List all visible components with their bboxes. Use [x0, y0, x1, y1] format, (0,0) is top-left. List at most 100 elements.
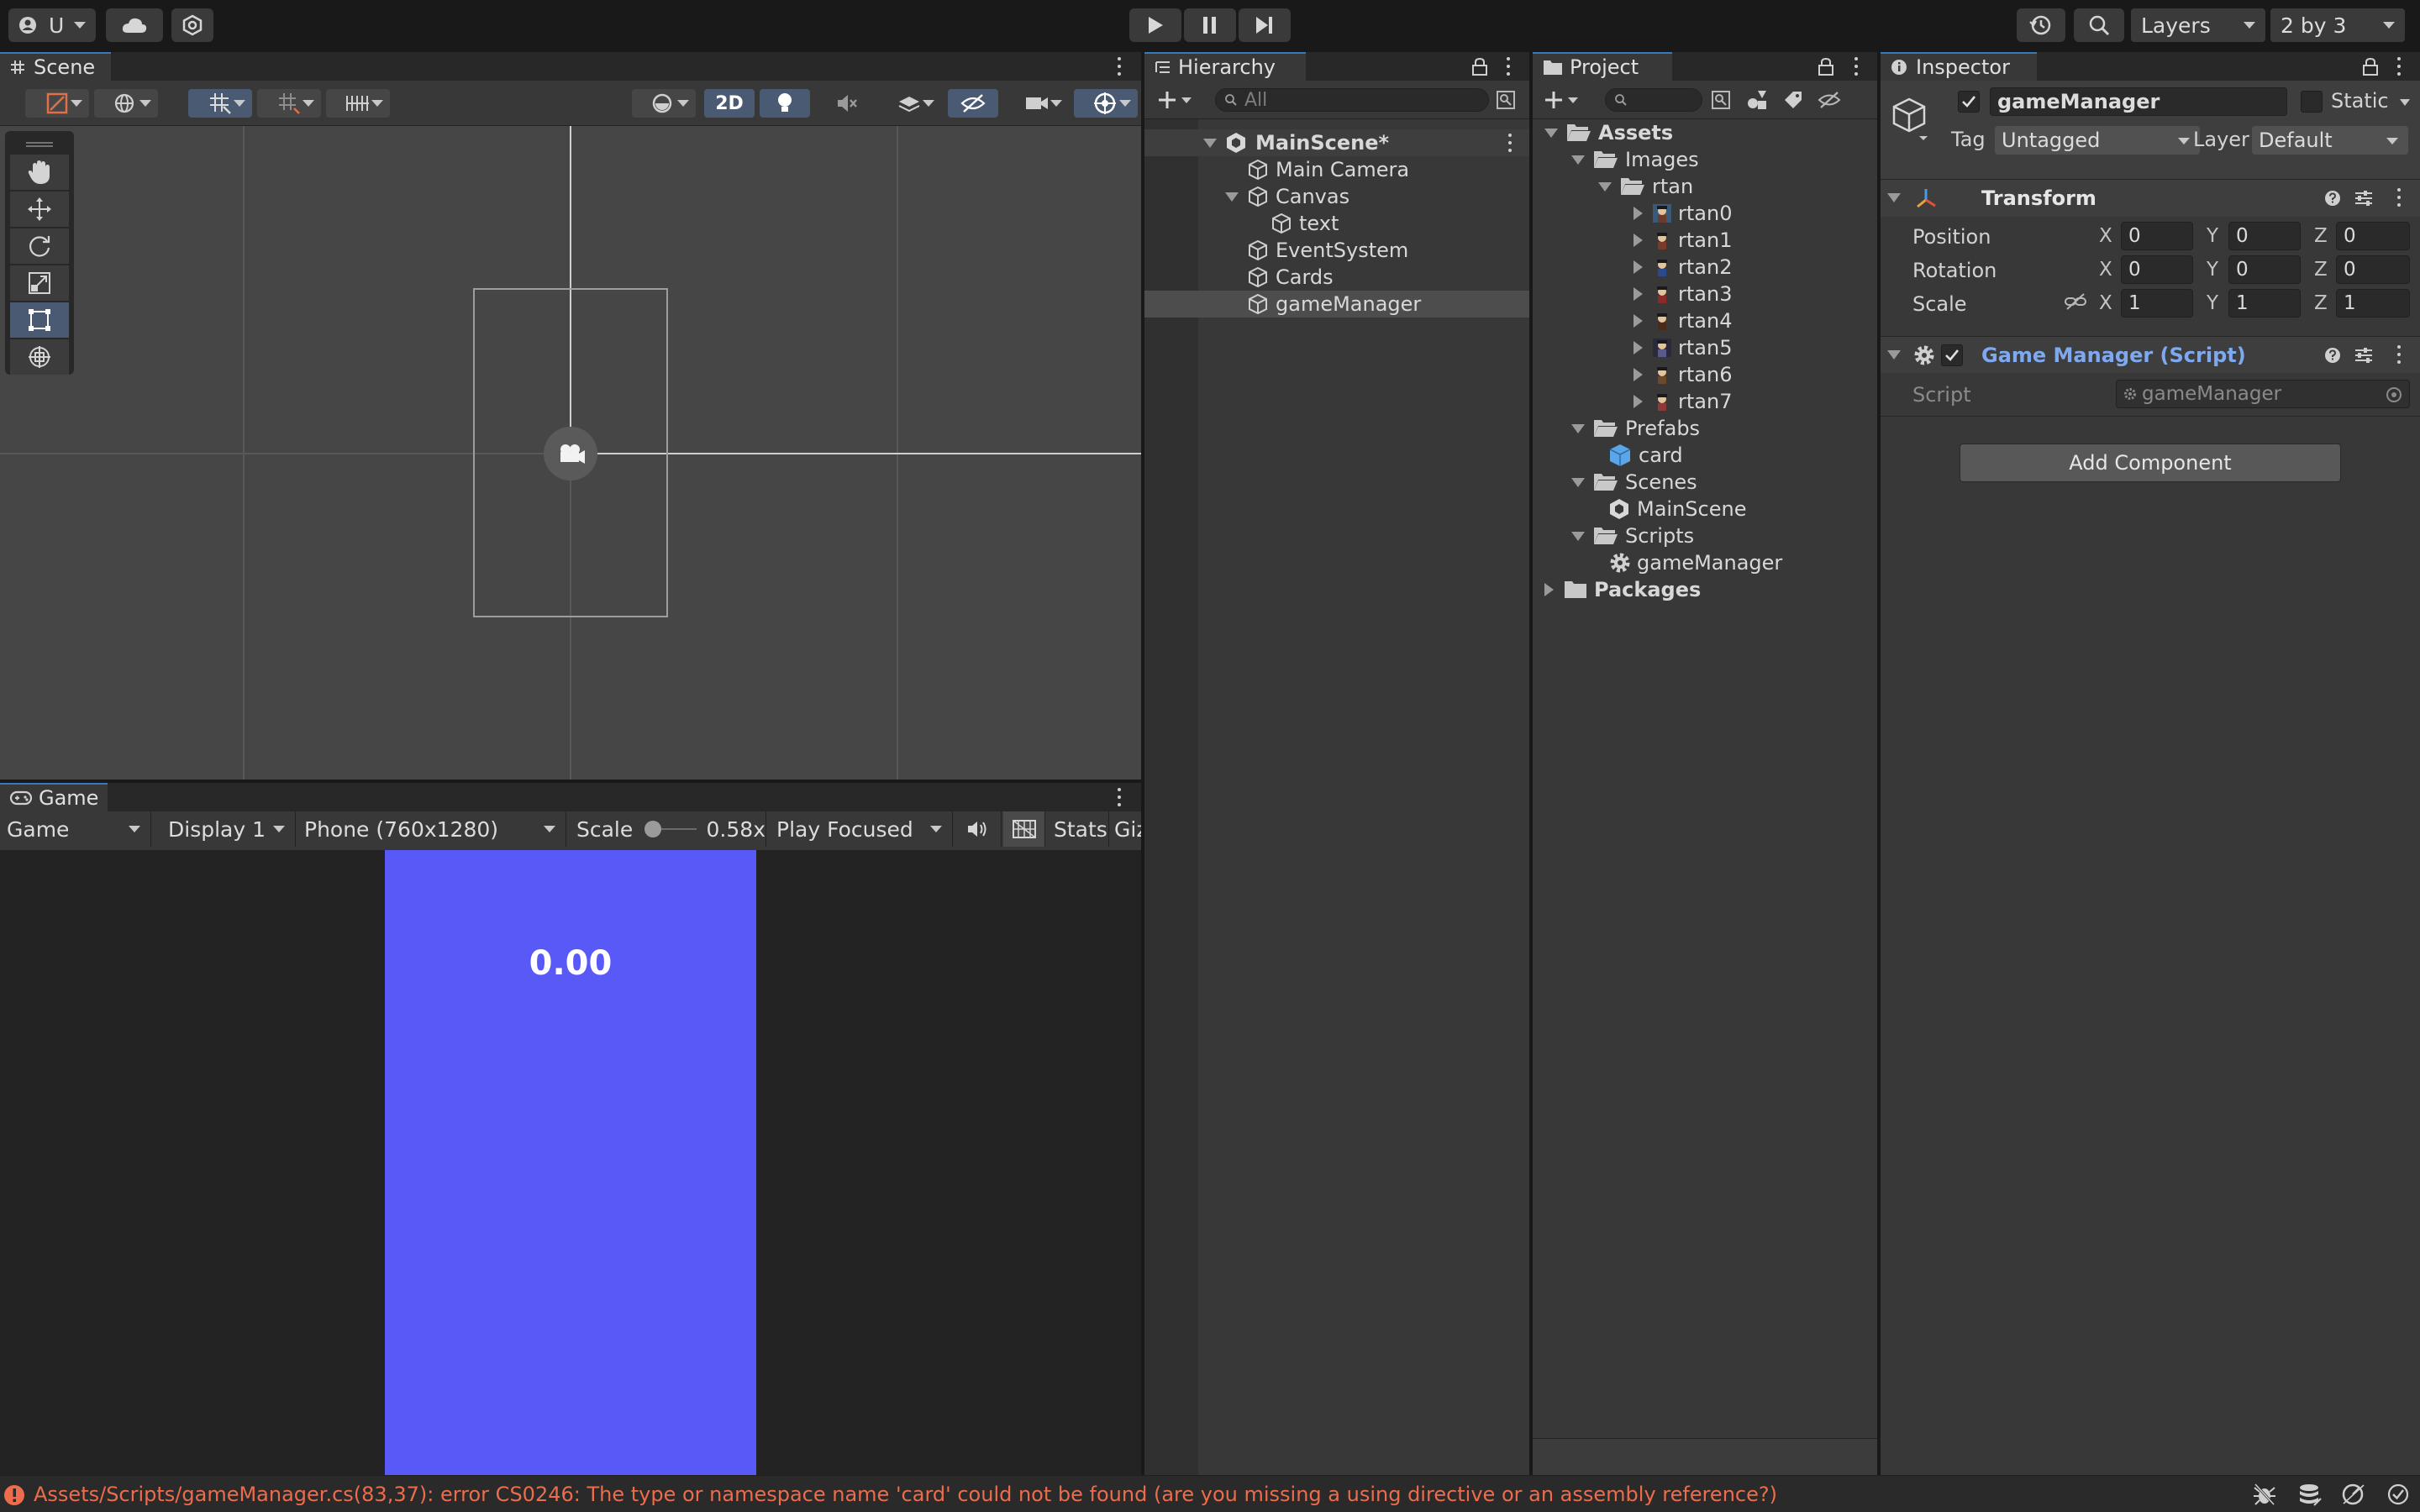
tag-dropdown[interactable]: Untagged [1995, 126, 2200, 155]
more-options-icon[interactable] [2395, 55, 2403, 77]
draw-mode-dropdown[interactable] [25, 89, 89, 118]
project-prefab-card[interactable]: card [1608, 442, 1683, 469]
expand-arrow-icon[interactable] [1203, 138, 1217, 148]
tab-scene[interactable]: Scene [0, 52, 111, 81]
project-scene-mainscene[interactable]: MainScene [1608, 496, 1746, 522]
hand-tool-button[interactable] [10, 155, 69, 190]
hierarchy-search-input[interactable]: All [1215, 88, 1489, 112]
bug-icon[interactable] [2252, 1483, 2277, 1506]
expand-arrow-icon[interactable] [1598, 181, 1612, 192]
position-z-field[interactable]: 0 [2336, 222, 2410, 250]
hierarchy-item-main-camera[interactable]: Main Camera [1247, 156, 1409, 183]
more-options-icon[interactable] [1852, 55, 1860, 77]
expand-arrow-icon[interactable] [1571, 423, 1585, 433]
expand-arrow-icon[interactable] [1634, 287, 1643, 301]
rect-tool-button[interactable] [10, 302, 69, 338]
increment-snapping-toggle[interactable] [257, 89, 321, 118]
console-error-message[interactable]: Assets/Scripts/gameManager.cs(83,37): er… [34, 1483, 1777, 1506]
play-mode-dropdown[interactable]: Play Focused [768, 811, 953, 847]
mode-2d-toggle[interactable]: 2D [704, 89, 755, 118]
rotation-x-field[interactable]: 0 [2121, 255, 2193, 284]
project-sprite-rtan1[interactable]: rtan1 [1634, 227, 1732, 254]
scale-x-field[interactable]: 1 [2121, 289, 2193, 318]
expand-arrow-icon[interactable] [1571, 531, 1585, 541]
effects-dropdown[interactable] [877, 89, 941, 118]
filter-by-label-button[interactable] [1781, 88, 1805, 112]
game-viewport[interactable]: 0.00 [0, 850, 1141, 1475]
search-filter-button[interactable] [1709, 88, 1733, 112]
scale-slider[interactable] [644, 821, 697, 837]
rotation-z-field[interactable]: 0 [2336, 255, 2410, 284]
filter-by-type-button[interactable] [1744, 88, 1770, 112]
position-y-field[interactable]: 0 [2228, 222, 2301, 250]
overlay-handle-icon[interactable] [10, 136, 69, 153]
transform-tool-button[interactable] [10, 339, 69, 375]
hierarchy-item-text[interactable]: text [1270, 210, 1339, 237]
audio-toggle[interactable] [822, 89, 872, 118]
hierarchy-item-canvas[interactable]: Canvas [1225, 183, 1349, 210]
global-local-toggle[interactable] [94, 89, 158, 118]
create-dropdown[interactable] [1151, 87, 1198, 113]
position-x-field[interactable]: 0 [2121, 222, 2193, 250]
gizmo-grid-toggle[interactable] [1003, 811, 1045, 847]
project-folder-packages[interactable]: Packages [1544, 576, 1701, 603]
shading-mode-dropdown[interactable] [632, 89, 696, 118]
project-sprite-rtan6[interactable]: rtan6 [1634, 361, 1732, 388]
more-options-icon[interactable] [1115, 786, 1123, 808]
pause-button[interactable] [1184, 8, 1236, 42]
project-folder-scripts[interactable]: Scripts [1571, 522, 1694, 549]
hierarchy-scene-row[interactable]: MainScene* [1144, 129, 1529, 156]
expand-arrow-icon[interactable] [1634, 395, 1643, 408]
gizmos-toggle[interactable]: Giz [1111, 811, 1141, 847]
hierarchy-item-cards[interactable]: Cards [1247, 264, 1334, 291]
account-dropdown[interactable]: U [8, 8, 96, 42]
expand-arrow-icon[interactable] [1571, 477, 1585, 487]
project-sprite-rtan4[interactable]: rtan4 [1634, 307, 1732, 334]
active-checkbox[interactable] [1958, 91, 1980, 113]
transform-header[interactable]: Transform [1881, 180, 2420, 217]
scale-y-field[interactable]: 1 [2228, 289, 2301, 318]
expand-arrow-icon[interactable] [1634, 314, 1643, 328]
expand-arrow-icon[interactable] [1634, 207, 1643, 220]
more-options-icon[interactable] [1506, 132, 1514, 154]
project-search-input[interactable] [1605, 88, 1702, 112]
hidden-packages-toggle[interactable] [1817, 88, 1842, 112]
add-component-button[interactable]: Add Component [1960, 444, 2341, 482]
help-icon[interactable] [2323, 188, 2343, 208]
collapse-arrow-icon[interactable] [1887, 350, 1901, 360]
cloud-button[interactable] [106, 8, 163, 42]
play-button[interactable] [1129, 8, 1181, 42]
lock-icon[interactable] [1817, 57, 1835, 76]
project-script-gamemanager[interactable]: gameManager [1608, 549, 1782, 576]
lock-icon[interactable] [2361, 57, 2380, 76]
hierarchy-item-eventsystem[interactable]: EventSystem [1247, 237, 1408, 264]
expand-arrow-icon[interactable] [1634, 234, 1643, 247]
progress-icon[interactable] [2341, 1483, 2366, 1506]
chevron-down-icon[interactable] [2400, 99, 2410, 106]
project-folder-images[interactable]: Images [1571, 146, 1699, 173]
lock-icon[interactable] [1470, 57, 1489, 76]
expand-arrow-icon[interactable] [1634, 341, 1643, 354]
scene-visibility-toggle[interactable] [948, 89, 998, 118]
rotation-y-field[interactable]: 0 [2228, 255, 2301, 284]
scale-z-field[interactable]: 1 [2336, 289, 2410, 318]
project-sprite-rtan0[interactable]: rtan0 [1634, 200, 1732, 227]
tab-project[interactable]: Project [1533, 52, 1672, 81]
collapse-arrow-icon[interactable] [1887, 193, 1901, 202]
scale-tool-button[interactable] [10, 265, 69, 301]
project-sprite-rtan7[interactable]: rtan7 [1634, 388, 1732, 415]
layers-dropdown[interactable]: Layers [2131, 8, 2265, 42]
object-picker-icon[interactable] [2386, 386, 2402, 403]
tab-inspector[interactable]: Inspector [1881, 52, 2037, 81]
cache-server-icon[interactable] [2297, 1483, 2323, 1506]
project-sprite-rtan5[interactable]: rtan5 [1634, 334, 1732, 361]
display-dropdown[interactable]: Display 1 [153, 811, 296, 847]
static-checkbox[interactable] [2301, 91, 2323, 113]
tab-hierarchy[interactable]: Hierarchy [1144, 52, 1306, 81]
expand-arrow-icon[interactable] [1571, 155, 1585, 165]
project-sprite-rtan2[interactable]: rtan2 [1634, 254, 1732, 281]
project-folder-prefabs[interactable]: Prefabs [1571, 415, 1700, 442]
project-folder-scenes[interactable]: Scenes [1571, 469, 1697, 496]
more-options-icon[interactable] [1115, 55, 1123, 77]
project-folder-assets[interactable]: Assets [1544, 119, 1673, 146]
